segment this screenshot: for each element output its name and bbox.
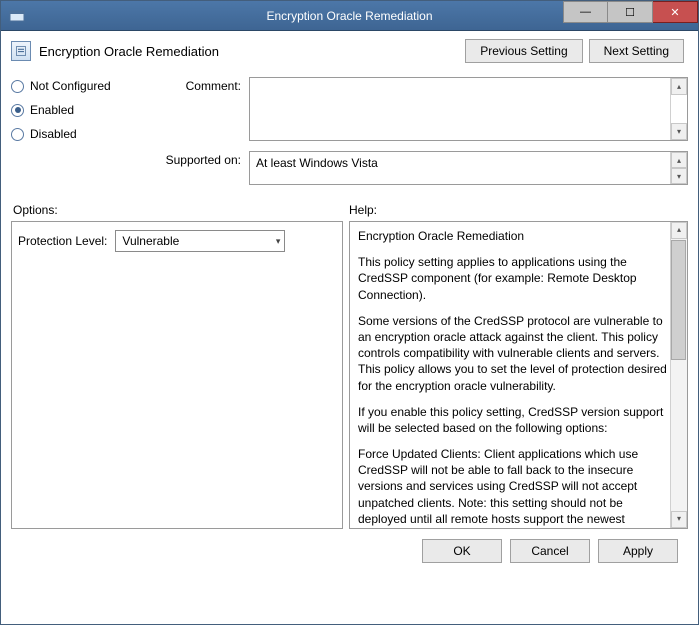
policy-title: Encryption Oracle Remediation <box>39 44 219 59</box>
supported-scrollbar[interactable]: ▴ ▾ <box>670 152 687 184</box>
help-text: Encryption Oracle Remediation <box>358 228 669 244</box>
scroll-down-icon[interactable]: ▾ <box>671 511 687 528</box>
protection-level-value: Vulnerable <box>122 234 179 248</box>
radio-label: Not Configured <box>30 79 111 93</box>
comment-scrollbar[interactable]: ▴ ▾ <box>670 78 687 140</box>
policy-icon <box>11 41 31 61</box>
scroll-down-icon[interactable]: ▾ <box>671 123 687 140</box>
comment-label: Comment: <box>159 77 249 93</box>
options-section-label: Options: <box>11 203 349 217</box>
app-icon <box>9 8 25 24</box>
ok-button[interactable]: OK <box>422 539 502 563</box>
radio-not-configured[interactable]: Not Configured <box>11 79 141 93</box>
minimize-button[interactable]: — <box>563 1 608 23</box>
supported-on-value-box: At least Windows Vista ▴ ▾ <box>249 151 688 185</box>
supported-on-value: At least Windows Vista <box>256 156 378 170</box>
radio-icon <box>11 128 24 141</box>
radio-label: Enabled <box>30 103 74 117</box>
cancel-button[interactable]: Cancel <box>510 539 590 563</box>
protection-level-select[interactable]: Vulnerable ▾ <box>115 230 285 252</box>
supported-on-label: Supported on: <box>159 151 249 167</box>
maximize-button[interactable]: ☐ <box>608 1 653 23</box>
radio-label: Disabled <box>30 127 77 141</box>
titlebar[interactable]: Encryption Oracle Remediation — ☐ ✕ <box>1 1 698 31</box>
scroll-up-icon[interactable]: ▴ <box>671 152 687 168</box>
help-text: If you enable this policy setting, CredS… <box>358 404 669 436</box>
help-text: Force Updated Clients: Client applicatio… <box>358 446 669 529</box>
scroll-down-icon[interactable]: ▾ <box>671 168 687 184</box>
protection-level-label: Protection Level: <box>18 234 107 248</box>
state-radio-group: Not Configured Enabled Disabled <box>11 77 141 195</box>
scroll-up-icon[interactable]: ▴ <box>671 222 687 239</box>
radio-icon <box>11 104 24 117</box>
previous-setting-button[interactable]: Previous Setting <box>465 39 582 63</box>
comment-input[interactable]: ▴ ▾ <box>249 77 688 141</box>
help-pane: Encryption Oracle Remediation This polic… <box>349 221 688 529</box>
apply-button[interactable]: Apply <box>598 539 678 563</box>
close-button[interactable]: ✕ <box>653 1 698 23</box>
help-text: This policy setting applies to applicati… <box>358 254 669 303</box>
help-section-label: Help: <box>349 203 688 217</box>
help-text: Some versions of the CredSSP protocol ar… <box>358 313 669 394</box>
radio-disabled[interactable]: Disabled <box>11 127 141 141</box>
scroll-up-icon[interactable]: ▴ <box>671 78 687 95</box>
options-pane: Protection Level: Vulnerable ▾ <box>11 221 343 529</box>
radio-icon <box>11 80 24 93</box>
chevron-down-icon: ▾ <box>276 236 281 247</box>
next-setting-button[interactable]: Next Setting <box>589 39 684 63</box>
help-scrollbar[interactable]: ▴ ▾ <box>670 222 687 528</box>
radio-enabled[interactable]: Enabled <box>11 103 141 117</box>
